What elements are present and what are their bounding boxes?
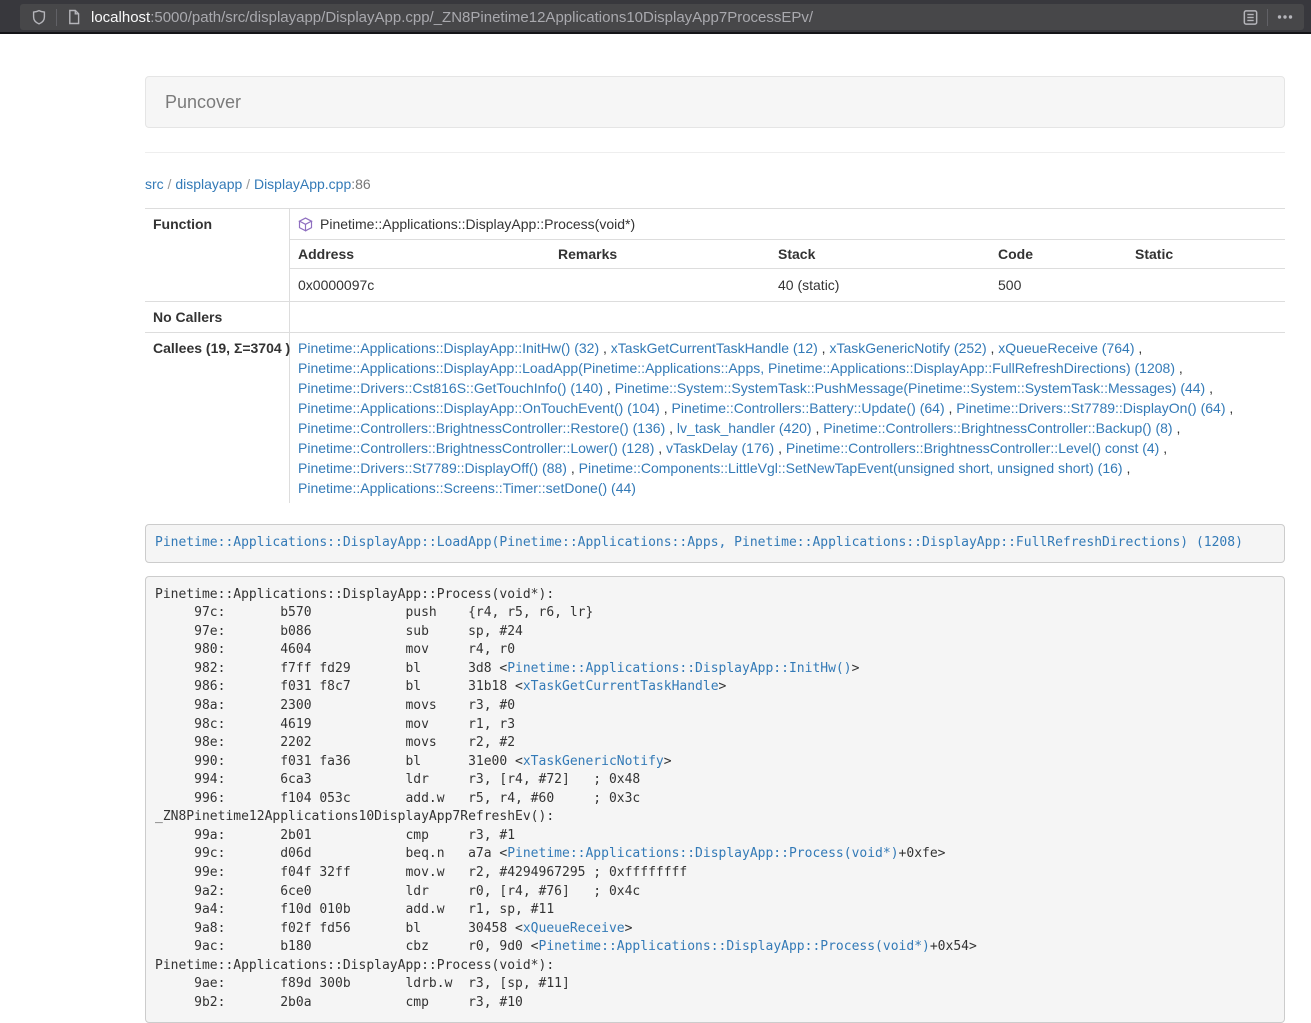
no-callers-content bbox=[290, 302, 1285, 332]
callee-link[interactable]: Pinetime::Controllers::BrightnessControl… bbox=[298, 440, 654, 456]
breadcrumb-link[interactable]: displayapp bbox=[175, 176, 242, 192]
tracking-protection-shield-icon[interactable] bbox=[28, 6, 50, 28]
callee-separator: , bbox=[774, 440, 786, 456]
callee-link[interactable]: Pinetime::Applications::DisplayApp::OnTo… bbox=[298, 400, 660, 416]
callee-separator: , bbox=[1175, 360, 1183, 376]
disassembly-symbol-link[interactable]: xQueueReceive bbox=[523, 921, 625, 936]
url-path: :5000/path/src/displayapp/DisplayApp.cpp… bbox=[150, 9, 813, 26]
app-header-panel: Puncover bbox=[145, 76, 1285, 128]
browser-toolbar: localhost:5000/path/src/displayapp/Displ… bbox=[0, 0, 1311, 34]
callee-link[interactable]: Pinetime::Applications::Screens::Timer::… bbox=[298, 480, 636, 496]
disassembly-symbol-link[interactable]: xTaskGetCurrentTaskHandle bbox=[523, 679, 719, 694]
callee-separator: , bbox=[987, 340, 999, 356]
stats-header-row: Address Remarks Stack Code Static bbox=[290, 240, 1285, 269]
disassembly-symbol-link[interactable]: Pinetime::Applications::DisplayApp::Init… bbox=[507, 661, 851, 676]
breadcrumb-link[interactable]: src bbox=[145, 176, 164, 192]
callee-link[interactable]: vTaskDelay (176) bbox=[666, 440, 774, 456]
code-value: 500 bbox=[990, 269, 1127, 302]
function-name-line: Pinetime::Applications::DisplayApp::Proc… bbox=[290, 209, 1285, 239]
callee-link[interactable]: Pinetime::Applications::DisplayApp::Load… bbox=[298, 360, 1175, 376]
url-bar[interactable]: localhost:5000/path/src/displayapp/Displ… bbox=[20, 4, 1304, 30]
callee-separator: , bbox=[1205, 380, 1213, 396]
callee-separator: , bbox=[1123, 460, 1131, 476]
url-bar-separator bbox=[1267, 9, 1268, 26]
function-name: Pinetime::Applications::DisplayApp::Proc… bbox=[320, 214, 635, 234]
reader-mode-icon[interactable] bbox=[1239, 6, 1261, 28]
callee-link[interactable]: Pinetime::System::SystemTask::PushMessag… bbox=[615, 380, 1206, 396]
callee-separator: , bbox=[660, 400, 672, 416]
callee-separator: , bbox=[812, 420, 824, 436]
callee-separator: , bbox=[599, 340, 611, 356]
callee-separator: , bbox=[1173, 420, 1181, 436]
callee-link[interactable]: Pinetime::Controllers::BrightnessControl… bbox=[786, 440, 1159, 456]
highlighted-callee-box: Pinetime::Applications::DisplayApp::Load… bbox=[145, 524, 1285, 563]
remarks-value bbox=[550, 269, 770, 302]
callee-link[interactable]: xTaskGenericNotify (252) bbox=[829, 340, 986, 356]
callee-link[interactable]: Pinetime::Applications::DisplayApp::Init… bbox=[298, 340, 599, 356]
callees-row: Callees (19, Σ=3704 ) Pinetime::Applicat… bbox=[145, 332, 1285, 503]
disassembly-listing: Pinetime::Applications::DisplayApp::Proc… bbox=[145, 576, 1285, 1023]
callees-label: Callees (19, Σ=3704 ) bbox=[145, 333, 290, 503]
url-text[interactable]: localhost:5000/path/src/displayapp/Displ… bbox=[91, 9, 1239, 26]
disassembly-symbol-link[interactable]: xTaskGenericNotify bbox=[523, 754, 664, 769]
stats-data-row: 0x0000097c 40 (static) 500 bbox=[290, 269, 1285, 302]
callee-link[interactable]: Pinetime::Components::LittleVgl::SetNewT… bbox=[579, 460, 1123, 476]
callee-separator: , bbox=[665, 420, 677, 436]
breadcrumb-separator: / bbox=[242, 176, 254, 192]
callee-separator: , bbox=[567, 460, 579, 476]
callee-separator: , bbox=[818, 340, 830, 356]
no-callers-row: No Callers bbox=[145, 301, 1285, 332]
column-header-stack: Stack bbox=[770, 240, 990, 269]
page-container: Puncover src / displayapp / DisplayApp.c… bbox=[145, 76, 1285, 1023]
disassembly-symbol-link[interactable]: Pinetime::Applications::DisplayApp::Proc… bbox=[539, 939, 930, 954]
column-header-static: Static bbox=[1127, 240, 1285, 269]
callee-separator: , bbox=[1134, 340, 1142, 356]
column-header-address: Address bbox=[290, 240, 550, 269]
callee-link[interactable]: Pinetime::Controllers::BrightnessControl… bbox=[298, 420, 665, 436]
disassembly-symbol-link[interactable]: Pinetime::Applications::DisplayApp::Proc… bbox=[507, 846, 898, 861]
url-bar-separator bbox=[56, 9, 57, 26]
callee-separator: , bbox=[603, 380, 615, 396]
page-title: Puncover bbox=[165, 91, 1265, 113]
callee-link[interactable]: xQueueReceive (764) bbox=[998, 340, 1134, 356]
callee-link[interactable]: Pinetime::Drivers::St7789::DisplayOff() … bbox=[298, 460, 567, 476]
callee-link[interactable]: lv_task_handler (420) bbox=[677, 420, 812, 436]
stack-value: 40 (static) bbox=[770, 269, 990, 302]
divider bbox=[145, 152, 1285, 153]
function-table: Function Pinetime::Applications::Display… bbox=[145, 208, 1285, 503]
no-callers-label: No Callers bbox=[145, 302, 290, 332]
callee-link[interactable]: xTaskGetCurrentTaskHandle (12) bbox=[611, 340, 818, 356]
callees-list: Pinetime::Applications::DisplayApp::Init… bbox=[290, 333, 1285, 503]
callee-link[interactable]: Pinetime::Drivers::Cst816S::GetTouchInfo… bbox=[298, 380, 603, 396]
column-header-code: Code bbox=[990, 240, 1127, 269]
url-host: localhost bbox=[91, 9, 150, 26]
page-icon[interactable] bbox=[63, 6, 85, 28]
address-value: 0x0000097c bbox=[290, 269, 550, 302]
callee-link[interactable]: Pinetime::Drivers::St7789::DisplayOn() (… bbox=[956, 400, 1225, 416]
callee-separator: , bbox=[1159, 440, 1167, 456]
breadcrumb-separator: / bbox=[164, 176, 176, 192]
page-actions-menu-icon[interactable] bbox=[1274, 6, 1296, 28]
loadapp-symbol-link[interactable]: Pinetime::Applications::DisplayApp::Load… bbox=[155, 535, 1243, 550]
callee-link[interactable]: Pinetime::Controllers::Battery::Update()… bbox=[672, 400, 945, 416]
callee-separator: , bbox=[1226, 400, 1234, 416]
callee-link[interactable]: Pinetime::Controllers::BrightnessControl… bbox=[823, 420, 1172, 436]
static-value bbox=[1127, 269, 1285, 302]
breadcrumb-line-number: :86 bbox=[351, 176, 370, 192]
column-header-remarks: Remarks bbox=[550, 240, 770, 269]
symbol-stats-table: Address Remarks Stack Code Static 0x0000… bbox=[290, 239, 1285, 301]
symbol-cube-icon bbox=[298, 217, 313, 232]
breadcrumb-link[interactable]: DisplayApp.cpp bbox=[254, 176, 351, 192]
function-row: Function Pinetime::Applications::Display… bbox=[145, 208, 1285, 301]
callee-separator: , bbox=[654, 440, 666, 456]
function-label: Function bbox=[145, 209, 290, 301]
breadcrumb: src / displayapp / DisplayApp.cpp:86 bbox=[145, 174, 1285, 194]
callee-separator: , bbox=[945, 400, 957, 416]
